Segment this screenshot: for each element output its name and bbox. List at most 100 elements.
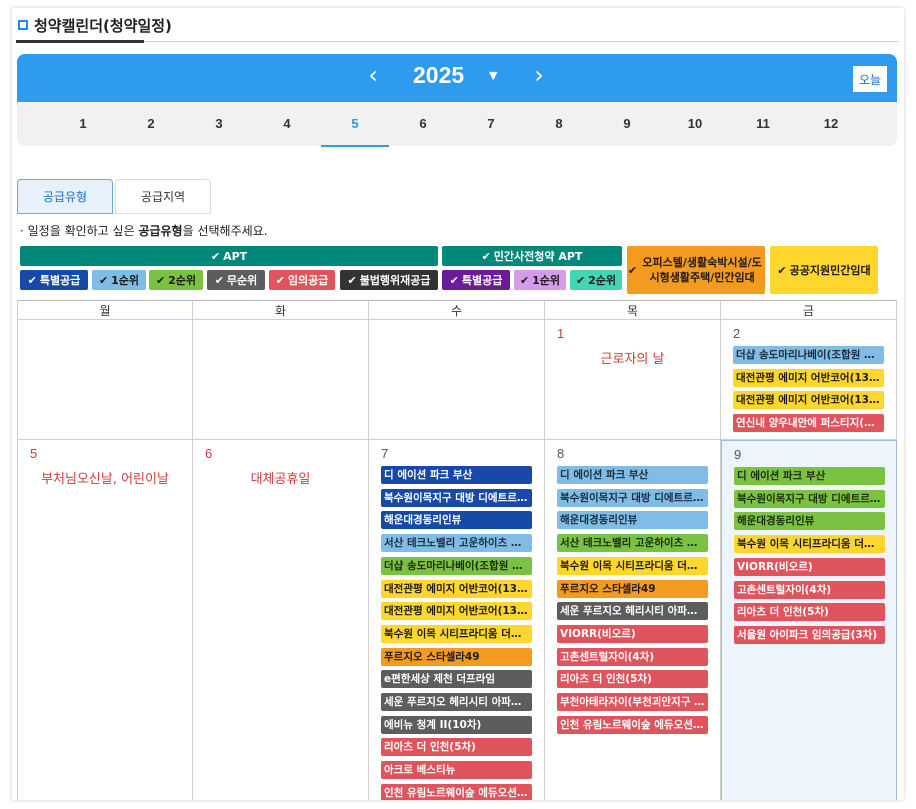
day-cell [17,320,193,440]
legend-chip-0[interactable]: ✔ 특별공급 [20,270,88,290]
today-button[interactable]: 오늘 [853,66,887,92]
schedule-event[interactable]: 북수원이목지구 대방 디에트르 … [557,488,708,507]
schedule-event[interactable]: 리아츠 더 인천(5차) [734,603,885,622]
tab-supply-region[interactable]: 공급지역 [115,179,211,214]
schedule-event[interactable]: 해운대경동리인뷰 [381,511,532,530]
schedule-event[interactable]: 대전관평 에미지 어반코어(1356) [381,602,532,621]
schedule-event[interactable]: 리아츠 더 인천(5차) [381,738,532,757]
legend-chip-2[interactable]: ✔ 2순위 [149,270,203,290]
day-number: 8 [557,446,565,461]
chevron-right-icon[interactable]: › [527,63,551,89]
month-tab-5[interactable]: 5 [321,102,389,147]
day-cell [193,320,369,440]
schedule-event[interactable]: 에비뉴 청계 II(10차) [381,715,532,734]
day-number: 9 [734,447,742,462]
schedule-event[interactable]: 대전관평 에미지 어반코어(1345) [381,579,532,598]
legend-group-1[interactable]: ✔ 민간사전청약 APT [442,246,622,266]
schedule-event[interactable]: 대전관평 에미지 어반코어(1356) [733,391,884,410]
schedule-event[interactable]: 디 에이션 파크 부산 [381,466,532,484]
legend-chip-5[interactable]: ✔ 불법행위재공급 [340,270,438,290]
schedule-event[interactable]: VIORR(비오르) [557,624,708,643]
schedule-event[interactable]: 북수원 이목 시티프라디움 더블… [381,624,532,643]
legend-group-2[interactable]: ✔ 오피스텔/생활숙박시설/도시형생활주택/민간임대 [627,246,765,294]
legend-chip-label: 특별공급 [461,274,503,287]
check-icon: ✔ [575,273,586,287]
month-tab-3[interactable]: 3 [185,102,253,146]
schedule-event[interactable]: 북수원 이목 시티프라디움 더블… [557,556,708,575]
schedule-event[interactable]: 해운대경동리인뷰 [557,511,708,530]
schedule-event[interactable]: 디 에이션 파크 부산 [734,467,885,485]
legend-group-0[interactable]: ✔ APT [20,246,438,266]
schedule-event[interactable]: 세운 푸르지오 헤리시티 아파트 … [557,602,708,621]
legend-chip-label: 무순위 [226,274,258,287]
schedule-event[interactable]: 푸르지오 스타셀라49 [557,579,708,598]
legend-chip-1[interactable]: ✔ 1순위 [92,270,146,290]
legend-group-label: 민간사전청약 APT [493,249,583,263]
schedule-event[interactable]: 더샵 송도마리나베이(조합원 자… [733,346,884,364]
legend-chip-label: 불법행위재공급 [359,274,431,287]
schedule-event[interactable]: 더샵 송도마리나베이(조합원 자… [381,556,532,575]
legend-group-label: APT [223,249,248,263]
weekday-header: 금 [721,300,897,320]
schedule-event[interactable]: 푸르지오 스타셀라49 [381,647,532,666]
calendar-widget: 청약캘린더(청약일정) ‹ 2025 ▼ › 오늘 1 2 3 4 5 6 7 8 9 10 11 1… [12,8,904,800]
schedule-event[interactable]: 디 에이션 파크 부산 [557,466,708,484]
month-tab-6[interactable]: 6 [389,102,457,146]
tab-supply-type[interactable]: 공급유형 [17,179,113,214]
legend-group-label: 공공지원민간임대 [789,263,871,277]
month-selector: 1 2 3 4 5 6 7 8 9 10 11 12 [17,102,897,147]
check-icon: ✔ [449,273,459,287]
schedule-event[interactable]: 대전관평 에미지 어반코어(1345) [733,368,884,387]
schedule-event[interactable]: 서산 테크노밸리 고운하이츠 우… [381,534,532,553]
holiday-label: 부처님오신날, 어린이날 [41,472,169,487]
check-icon: ✔ [777,263,787,277]
day-number: 2 [733,326,741,341]
month-tab-4[interactable]: 4 [253,102,321,146]
schedule-event[interactable]: 인천 유림노르웨이숲 에듀오션(… [381,783,532,800]
month-tab-12[interactable]: 12 [797,102,865,146]
schedule-event[interactable]: 북수원이목지구 대방 디에트르 … [381,488,532,507]
calendar-header: ‹ 2025 ▼ › 오늘 [17,54,897,102]
legend-chip-7[interactable]: ✔ 1순위 [514,270,566,290]
year-label[interactable]: 2025 [413,62,464,89]
schedule-event[interactable]: 연신내 양우내안에 퍼스티지(8차) [733,414,884,433]
schedule-event[interactable]: 해운대경동리인뷰 [734,512,885,531]
schedule-event[interactable]: 서울원 아이파크 임의공급(3차) [734,625,885,644]
legend-chip-4[interactable]: ✔ 임의공급 [269,270,335,290]
legend-chip-6[interactable]: ✔ 특별공급 [442,270,510,290]
schedule-event[interactable]: 리아츠 더 인천(5차) [557,670,708,689]
month-tab-9[interactable]: 9 [593,102,661,146]
title-divider [16,41,898,42]
schedule-event[interactable]: 세운 푸르지오 헤리시티 아파트 … [381,693,532,711]
legend-chip-label: 2순위 [588,274,617,287]
legend-chip-3[interactable]: ✔ 무순위 [207,270,265,290]
schedule-event[interactable]: e편한세상 제천 더프라임 [381,670,532,689]
schedule-event[interactable]: 북수원 이목 시티프라디움 더블… [734,535,885,554]
caret-down-icon[interactable]: ▼ [489,69,497,82]
schedule-event[interactable]: 부천아테라자이(부천괴안지구 … [557,693,708,711]
month-tab-8[interactable]: 8 [525,102,593,146]
month-tab-1[interactable]: 1 [49,102,117,146]
legend-chip-8[interactable]: ✔ 2순위 [570,270,622,290]
schedule-event[interactable]: 북수원이목지구 대방 디에트르 … [734,489,885,508]
schedule-event[interactable]: 고촌센트럴자이(4차) [557,647,708,666]
holiday-label: 근로자의 날 [600,352,665,367]
day-cell: 7 디 에이션 파크 부산북수원이목지구 대방 디에트르 … 해운대경동리인뷰서산 … [369,440,545,800]
schedule-event[interactable]: 인천 유림노르웨이숲 에듀오션(… [557,715,708,734]
legend-chip-label: 1순위 [111,274,140,287]
legend-chip-label: 2순위 [168,274,197,287]
chevron-left-icon[interactable]: ‹ [361,63,385,89]
legend-group-3[interactable]: ✔ 공공지원민간임대 [770,246,878,294]
day-cell: 1 근로자의 날 [545,320,721,440]
check-icon: ✔ [519,273,530,287]
schedule-event[interactable]: 아크로 베스티뉴 [381,761,532,780]
month-tab-2[interactable]: 2 [117,102,185,146]
legend-chip-label: 임의공급 [287,274,329,287]
schedule-event[interactable]: 서산 테크노밸리 고운하이츠 우… [557,534,708,553]
month-tab-7[interactable]: 7 [457,102,525,146]
month-tab-10[interactable]: 10 [661,102,729,146]
schedule-event[interactable]: 고촌센트럴자이(4차) [734,580,885,599]
schedule-event[interactable]: VIORR(비오르) [734,557,885,576]
month-tab-11[interactable]: 11 [729,102,797,146]
day-number: 7 [381,446,389,461]
